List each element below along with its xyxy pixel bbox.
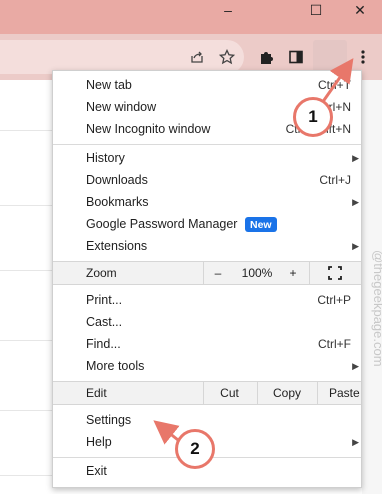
- menu-item-label: Exit: [86, 464, 107, 478]
- copy-button[interactable]: Copy: [257, 382, 317, 404]
- menu-item-label: Find...: [86, 337, 121, 351]
- edit-row: Edit Cut Copy Paste: [53, 381, 361, 405]
- menu-item-label: Cast...: [86, 315, 123, 329]
- menu-item-more-tools[interactable]: More tools ▶: [53, 355, 361, 377]
- menu-item-label: History: [86, 151, 125, 165]
- menu-item-label: Downloads: [86, 173, 148, 187]
- menu-item-label: Settings: [86, 413, 132, 427]
- zoom-row: Zoom – 100% +: [53, 261, 361, 285]
- zoom-in-button[interactable]: +: [279, 262, 307, 284]
- menu-item-cast[interactable]: Cast...: [53, 311, 361, 333]
- menu-item-label: New tab: [86, 78, 132, 92]
- zoom-out-button[interactable]: –: [203, 262, 233, 284]
- menu-item-print[interactable]: Print... Ctrl+P: [53, 289, 361, 311]
- menu-item-google-password-manager[interactable]: Google Password Manager New: [53, 213, 361, 235]
- menu-item-label: New Incognito window: [86, 122, 211, 136]
- chevron-right-icon: ▶: [352, 152, 359, 163]
- edit-label: Edit: [86, 386, 107, 400]
- menu-item-label: Print...: [86, 293, 123, 307]
- zoom-label: Zoom: [86, 266, 117, 280]
- menu-item-label: New window: [86, 100, 157, 114]
- profile-avatar[interactable]: [313, 40, 347, 72]
- menu-item-label: Google Password Manager: [86, 217, 238, 231]
- new-badge: New: [245, 217, 277, 232]
- chevron-right-icon: ▶: [352, 196, 359, 207]
- menu-item-new-tab[interactable]: New tab Ctrl+T: [53, 74, 361, 96]
- menu-item-label: Extensions: [86, 239, 148, 253]
- menu-item-label: Bookmarks: [86, 195, 149, 209]
- menu-item-shortcut: Ctrl+T: [318, 78, 351, 92]
- step-2-callout: 2: [175, 429, 215, 469]
- menu-item-history[interactable]: History ▶: [53, 147, 361, 169]
- page-content: [0, 80, 60, 494]
- menu-item-shortcut: Ctrl+P: [317, 293, 351, 307]
- menu-item-shortcut: Ctrl+J: [319, 173, 351, 187]
- menu-item-extensions[interactable]: Extensions ▶: [53, 235, 361, 257]
- more-vert-icon[interactable]: [352, 46, 374, 68]
- step-1-callout: 1: [293, 97, 333, 137]
- share-icon[interactable]: [186, 46, 208, 68]
- menu-item-find[interactable]: Find... Ctrl+F: [53, 333, 361, 355]
- puzzle-icon[interactable]: [255, 46, 277, 68]
- menu-item-shortcut: Ctrl+F: [318, 337, 351, 351]
- side-panel-icon[interactable]: [285, 46, 307, 68]
- zoom-level: 100%: [241, 266, 273, 280]
- bookmark-star-icon[interactable]: [216, 46, 238, 68]
- menu-separator: [53, 144, 361, 145]
- menu-item-label: Help: [86, 435, 112, 449]
- maximize-button[interactable]: ☐: [296, 0, 336, 20]
- fullscreen-icon[interactable]: [309, 262, 361, 284]
- watermark-text: @thegeekpage.com: [371, 250, 382, 367]
- watermark: @thegeekpage.com: [371, 250, 382, 367]
- menu-item-label: More tools: [86, 359, 145, 373]
- minimize-button[interactable]: –: [208, 0, 248, 20]
- cut-button[interactable]: Cut: [203, 382, 256, 404]
- close-button[interactable]: ✕: [340, 0, 380, 20]
- menu-item-downloads[interactable]: Downloads Ctrl+J: [53, 169, 361, 191]
- menu-item-settings[interactable]: Settings: [53, 409, 361, 431]
- title-bar: – ☐ ✕: [0, 0, 382, 34]
- menu-item-bookmarks[interactable]: Bookmarks ▶: [53, 191, 361, 213]
